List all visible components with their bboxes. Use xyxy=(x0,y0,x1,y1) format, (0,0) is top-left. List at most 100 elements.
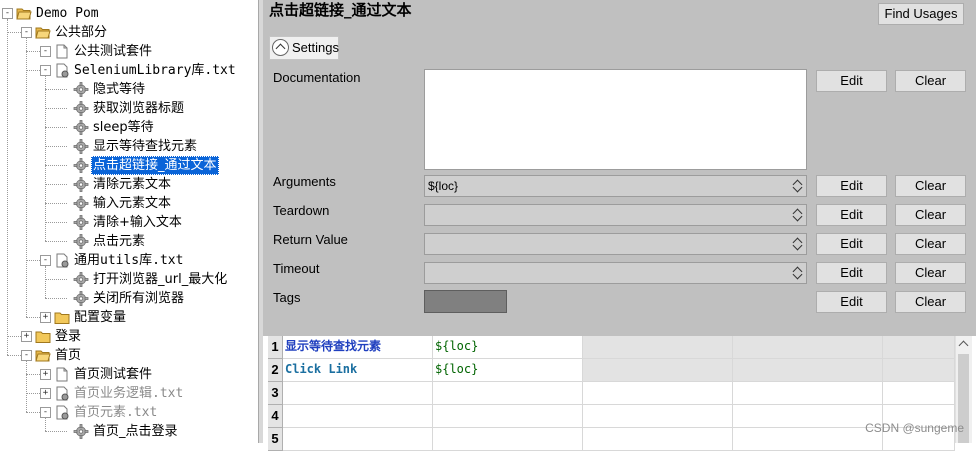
grid-row[interactable]: 4 xyxy=(263,405,963,428)
grid-cell-keyword[interactable]: Click Link xyxy=(283,359,433,382)
arguments-edit-button[interactable]: Edit xyxy=(816,175,887,197)
find-usages-button[interactable]: Find Usages xyxy=(878,3,964,25)
grid-cell-keyword[interactable] xyxy=(283,428,433,451)
grid-cell[interactable] xyxy=(733,405,883,428)
grid-row[interactable]: 5 xyxy=(263,428,963,451)
spin-icon[interactable] xyxy=(791,177,805,195)
grid-cell[interactable] xyxy=(583,428,733,451)
grid-cell[interactable] xyxy=(733,336,883,359)
grid-cell-keyword[interactable]: 显示等待查找元素 xyxy=(283,336,433,359)
spin-icon[interactable] xyxy=(791,235,805,253)
grid-row[interactable]: 2 Click Link ${loc} xyxy=(263,359,963,382)
tree-item[interactable]: 关闭所有浏览器 xyxy=(0,289,258,308)
grid-cell-keyword[interactable] xyxy=(283,405,433,428)
tree-item[interactable]: - 公共部分 xyxy=(0,23,258,42)
collapse-icon[interactable]: - xyxy=(40,255,51,266)
tree-item[interactable]: + 首页业务逻辑.txt xyxy=(0,384,258,403)
grid-cell[interactable] xyxy=(733,428,883,451)
tree-item[interactable]: sleep等待 xyxy=(0,118,258,137)
tree-item[interactable]: - Demo Pom xyxy=(0,4,258,23)
tree-item[interactable]: + 配置变量 xyxy=(0,308,258,327)
grid-row[interactable]: 3 xyxy=(263,382,963,405)
tree-item[interactable]: - 公共测试套件 xyxy=(0,42,258,61)
tree-item[interactable]: + 登录 xyxy=(0,327,258,346)
grid-cell-keyword[interactable] xyxy=(283,382,433,405)
tags-clear-button[interactable]: Clear xyxy=(895,291,966,313)
grid-cell[interactable] xyxy=(883,336,955,359)
tree-item[interactable]: + 首页测试套件 xyxy=(0,365,258,384)
tree-item[interactable]: 首页_点击登录 xyxy=(0,422,258,441)
teardown-clear-button[interactable]: Clear xyxy=(895,204,966,226)
grid-cell[interactable] xyxy=(583,382,733,405)
grid-cell[interactable] xyxy=(883,382,955,405)
collapse-icon[interactable]: - xyxy=(40,65,51,76)
tree-item[interactable]: 获取浏览器标题 xyxy=(0,99,258,118)
tree-item[interactable]: 清除元素文本 xyxy=(0,175,258,194)
collapse-icon[interactable]: - xyxy=(40,46,51,57)
tree-item[interactable]: - SeleniumLibrary库.txt xyxy=(0,61,258,80)
collapse-icon[interactable]: - xyxy=(2,8,13,19)
expand-icon[interactable]: + xyxy=(40,312,51,323)
grid-cell-argument[interactable] xyxy=(433,382,583,405)
gear-icon xyxy=(73,196,89,211)
tree-item[interactable]: 显示等待查找元素 xyxy=(0,137,258,156)
tree-item-label: SeleniumLibrary库.txt xyxy=(74,63,236,78)
spin-icon[interactable] xyxy=(791,206,805,224)
tags-edit-button[interactable]: Edit xyxy=(816,291,887,313)
row-number[interactable]: 5 xyxy=(268,428,283,451)
teardown-field[interactable] xyxy=(424,204,807,226)
tree-item-label: 点击元素 xyxy=(93,234,146,249)
grid-row[interactable]: 1 显示等待查找元素 ${loc} xyxy=(263,336,963,359)
row-number[interactable]: 4 xyxy=(268,405,283,428)
documentation-field[interactable] xyxy=(424,69,807,170)
documentation-edit-button[interactable]: Edit xyxy=(816,70,887,92)
collapse-icon[interactable]: - xyxy=(21,27,32,38)
tree-item[interactable]: 隐式等待 xyxy=(0,80,258,99)
tree-item[interactable]: 点击元素 xyxy=(0,232,258,251)
grid-cell[interactable] xyxy=(733,359,883,382)
tree-item[interactable]: 清除+输入文本 xyxy=(0,213,258,232)
grid-cell[interactable] xyxy=(733,382,883,405)
tree-item[interactable]: - 首页 xyxy=(0,346,258,365)
grid-cell-argument[interactable] xyxy=(433,405,583,428)
tree-item[interactable]: - 首页元素.txt xyxy=(0,403,258,422)
row-number[interactable]: 3 xyxy=(268,382,283,405)
expand-icon[interactable]: + xyxy=(40,369,51,380)
tree-item[interactable]: - 通用utils库.txt xyxy=(0,251,258,270)
return-value-edit-button[interactable]: Edit xyxy=(816,233,887,255)
grid-cell-argument[interactable]: ${loc} xyxy=(433,336,583,359)
return-value-label: Return Value xyxy=(273,232,348,247)
return-value-clear-button[interactable]: Clear xyxy=(895,233,966,255)
timeout-edit-button[interactable]: Edit xyxy=(816,262,887,284)
gear-icon xyxy=(73,177,89,192)
tree-item[interactable]: 点击超链接_通过文本 xyxy=(0,156,258,175)
grid-cell[interactable] xyxy=(583,405,733,428)
expand-icon[interactable]: + xyxy=(40,388,51,399)
timeout-field[interactable] xyxy=(424,262,807,284)
grid-cell[interactable] xyxy=(883,359,955,382)
arguments-field[interactable]: ${loc} xyxy=(424,175,807,197)
suite-tree[interactable]: - Demo Pom - 公共部分 - 公共测试套件 - SeleniumLibrary库.t… xyxy=(0,0,258,443)
grid-cell[interactable] xyxy=(583,336,733,359)
scroll-up-icon[interactable] xyxy=(958,340,969,351)
arguments-clear-button[interactable]: Clear xyxy=(895,175,966,197)
row-number[interactable]: 2 xyxy=(268,359,283,382)
tree-item[interactable]: 输入元素文本 xyxy=(0,194,258,213)
timeout-clear-button[interactable]: Clear xyxy=(895,262,966,284)
documentation-clear-button[interactable]: Clear xyxy=(895,70,966,92)
row-number[interactable]: 1 xyxy=(268,336,283,359)
grid-cell[interactable] xyxy=(583,359,733,382)
grid-cell-argument[interactable]: ${loc} xyxy=(433,359,583,382)
gear-icon xyxy=(73,215,89,230)
tree-item-label: 配置变量 xyxy=(74,310,127,325)
collapse-icon[interactable]: - xyxy=(40,407,51,418)
collapse-icon[interactable]: - xyxy=(21,350,32,361)
tags-field[interactable] xyxy=(424,290,507,313)
tree-item[interactable]: 打开浏览器_url_最大化 xyxy=(0,270,258,289)
settings-toggle[interactable]: Settings xyxy=(269,36,339,60)
return-value-field[interactable] xyxy=(424,233,807,255)
expand-icon[interactable]: + xyxy=(21,331,32,342)
teardown-edit-button[interactable]: Edit xyxy=(816,204,887,226)
grid-cell-argument[interactable] xyxy=(433,428,583,451)
spin-icon[interactable] xyxy=(791,264,805,282)
